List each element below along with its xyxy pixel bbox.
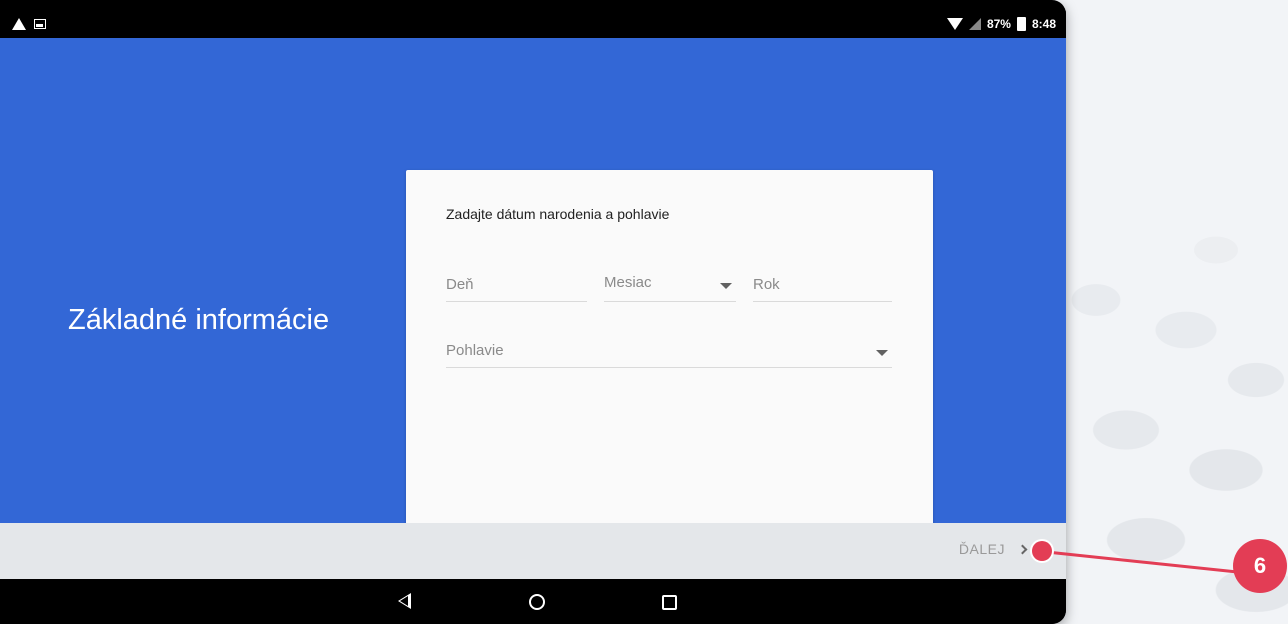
battery-percent: 87% — [986, 17, 1011, 31]
setup-screen: Základné informácie Zadajte dátum narode… — [0, 38, 1066, 586]
form-card: Zadajte dátum narodenia a pohlavie Deň M… — [406, 170, 933, 530]
dropdown-arrow-icon — [876, 350, 888, 356]
month-placeholder: Mesiac — [604, 274, 652, 291]
month-dropdown[interactable]: Mesiac — [604, 266, 736, 302]
next-button[interactable]: ĎALEJ — [958, 541, 1028, 557]
annotation-dot — [1032, 541, 1052, 561]
navigation-bar — [0, 579, 1066, 624]
day-input[interactable]: Deň — [446, 266, 587, 302]
form-heading: Zadajte dátum narodenia a pohlavie — [446, 206, 670, 222]
home-icon[interactable] — [529, 594, 545, 610]
status-left — [12, 18, 46, 30]
warning-icon — [12, 18, 26, 30]
next-label: ĎALEJ — [958, 541, 1005, 557]
day-placeholder: Deň — [446, 276, 474, 293]
gender-dropdown[interactable]: Pohlavie — [446, 332, 892, 368]
tablet-device: 87% 8:48 Základné informácie Zadajte dát… — [0, 0, 1066, 624]
battery-icon — [1016, 17, 1026, 31]
wifi-icon — [946, 18, 963, 30]
year-input[interactable]: Rok — [753, 266, 892, 302]
clock: 8:48 — [1031, 17, 1056, 31]
page-title: Základné informácie — [68, 304, 330, 336]
signal-icon — [968, 18, 981, 30]
image-notification-icon — [34, 19, 46, 29]
year-placeholder: Rok — [753, 276, 780, 293]
status-right: 87% 8:48 — [946, 17, 1056, 31]
annotation-step-badge: 6 — [1233, 539, 1287, 593]
status-bar: 87% 8:48 — [0, 10, 1066, 38]
chevron-right-icon — [1017, 544, 1028, 554]
recents-icon[interactable] — [662, 595, 677, 610]
dropdown-arrow-icon — [720, 283, 732, 289]
gender-placeholder: Pohlavie — [446, 342, 504, 359]
bottom-action-bar: ĎALEJ — [0, 523, 1066, 579]
back-icon[interactable] — [398, 593, 411, 609]
background-decoration — [1066, 0, 1288, 624]
